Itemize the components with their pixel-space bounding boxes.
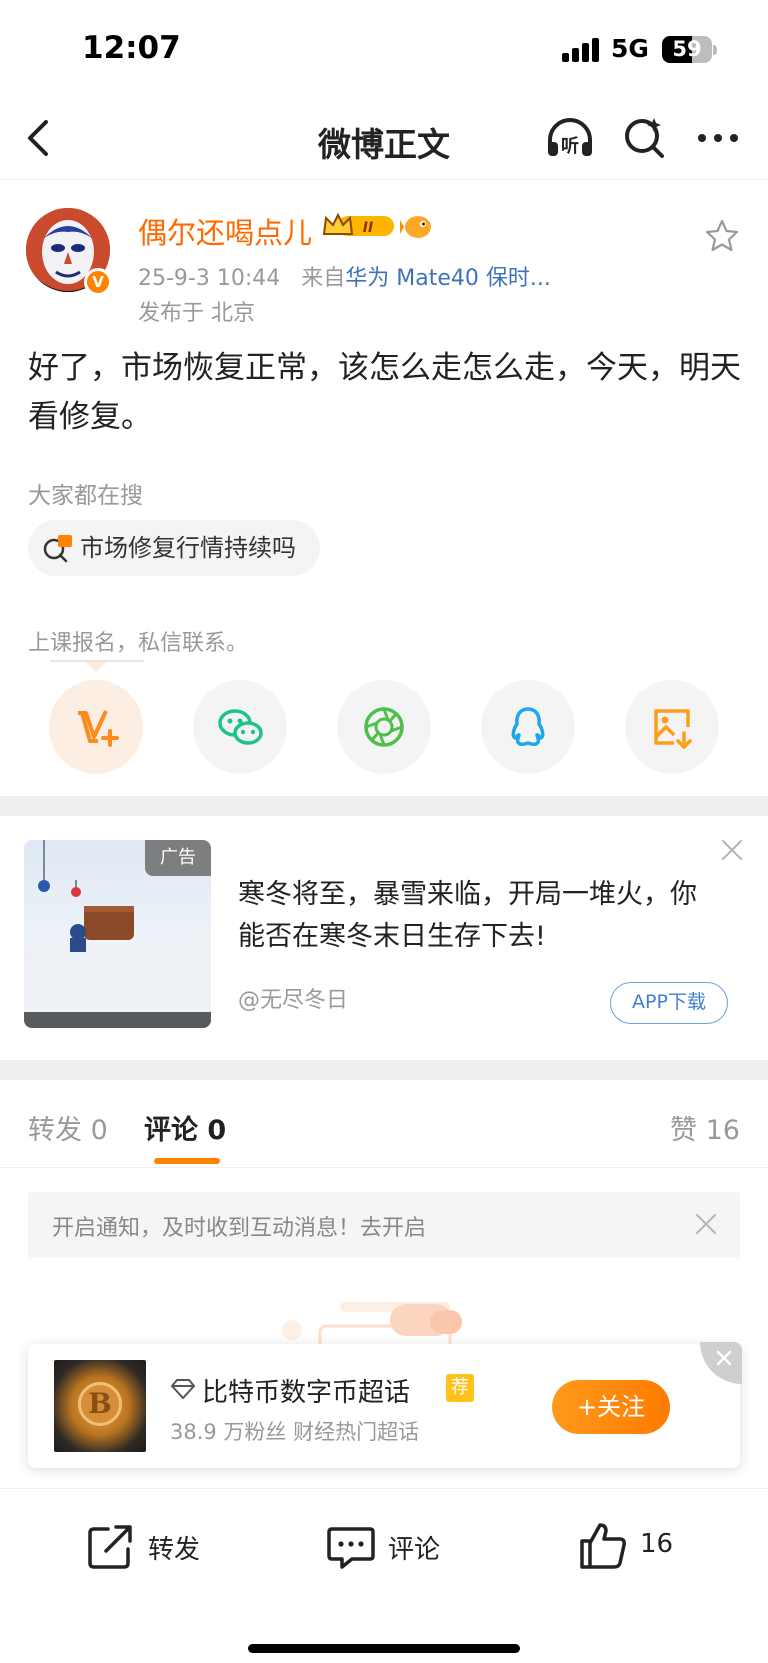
share-moments-button[interactable] <box>337 680 431 774</box>
tab-likes-label: 赞 <box>670 1115 697 1146</box>
topic-subtitle: 38.9 万粉丝 财经热门超话 <box>170 1420 420 1444</box>
tab-repost-count: 0 <box>90 1115 108 1146</box>
post-meta: 25-9-3 10:44 来自华为 Mate40 保时... <box>138 260 551 292</box>
share-qq-button[interactable] <box>481 680 575 774</box>
bitcoin-icon: B <box>78 1382 122 1426</box>
comment-icon <box>327 1527 375 1569</box>
hot-search-icon <box>43 535 72 563</box>
app-download-button[interactable]: APP下载 <box>610 982 728 1024</box>
listen-headphones-icon[interactable]: 听 <box>544 114 596 162</box>
tab-likes[interactable]: 赞 16 <box>670 1108 740 1147</box>
notification-banner[interactable]: 开启通知，及时收到互动消息！去开启 <box>28 1192 740 1258</box>
ad-thumbnail[interactable]: 广告 <box>24 840 211 1028</box>
ad-close-icon[interactable] <box>720 838 744 862</box>
moments-icon <box>364 707 404 747</box>
tab-repost-label: 转发 <box>28 1115 82 1146</box>
tab-repost[interactable]: 转发 0 <box>28 1108 108 1147</box>
notification-text[interactable]: 开启通知，及时收到互动消息！去开启 <box>52 1210 426 1242</box>
wechat-icon <box>218 709 263 745</box>
tab-comments[interactable]: 评论 0 <box>144 1108 226 1147</box>
repost-icon <box>88 1525 132 1569</box>
signal-icon <box>562 38 600 62</box>
hot-search-query: 市场修复行情持续吗 <box>80 534 296 562</box>
post-header: V 偶尔还喝点儿 II 25-9-3 10:44 来自华为 Mate40 保时.… <box>0 190 768 330</box>
topic-cover-image[interactable]: B <box>54 1360 146 1452</box>
ad-card[interactable]: 广告 寒冬将至，暴雪来临，开局一堆火，你能否在寒冬末日生存下去! @无尽冬日 A… <box>0 816 768 1060</box>
clock: 12:07 <box>82 30 181 66</box>
tooltip-arrow <box>86 662 106 672</box>
post-timestamp: 25-9-3 10:44 <box>138 266 281 291</box>
username[interactable]: 偶尔还喝点儿 <box>138 210 312 252</box>
nav-bar: 微博正文 听 <box>0 100 768 180</box>
post-source-link[interactable]: 华为 Mate40 保时... <box>345 266 551 291</box>
level-badge-text: II <box>363 220 373 236</box>
super-topic-diamond-icon <box>171 1379 195 1399</box>
bottom-action-bar: 转发 评论 16 <box>0 1488 768 1663</box>
source-prefix: 来自 <box>301 266 346 291</box>
hot-search-label: 大家都在搜 <box>28 483 143 509</box>
ad-source[interactable]: @无尽冬日 <box>238 982 348 1014</box>
save-image-button[interactable] <box>625 680 719 774</box>
member-crown-badge-icon[interactable]: II <box>322 212 396 240</box>
section-divider <box>0 796 768 816</box>
repost-button[interactable]: 转发 <box>86 1517 216 1573</box>
home-indicator[interactable] <box>248 1644 520 1653</box>
qq-penguin-icon <box>511 707 545 747</box>
card-close-button[interactable] <box>700 1342 742 1384</box>
close-icon <box>716 1350 732 1366</box>
fan-badge-icon[interactable] <box>400 210 434 242</box>
battery-tip <box>713 45 717 55</box>
tab-comments-count: 0 <box>207 1115 227 1146</box>
tab-likes-count: 16 <box>705 1115 740 1146</box>
network-type: 5G <box>611 34 649 63</box>
battery-icon: 59 <box>662 36 712 63</box>
super-topic-card[interactable]: B 比特币数字币超话 荐 38.9 万粉丝 财经热门超话 +关注 <box>28 1342 742 1468</box>
course-note: 上课报名，私信联系。 <box>28 631 249 656</box>
topic-name[interactable]: 比特币数字币超话 <box>202 1372 410 1409</box>
post-text: 好了，市场恢复正常，该怎么走怎么走，今天，明天看修复。 <box>28 350 741 435</box>
save-image-icon <box>654 709 692 749</box>
tab-comments-label: 评论 <box>144 1115 198 1146</box>
more-dots-icon[interactable] <box>694 114 742 162</box>
listen-label: 听 <box>561 135 579 157</box>
share-weibo-vplus-button[interactable] <box>49 680 143 774</box>
ad-tag: 广告 <box>145 840 211 876</box>
thumbs-up-icon <box>580 1523 626 1569</box>
share-row <box>0 680 768 776</box>
comment-button[interactable]: 评论 <box>326 1517 456 1573</box>
like-button[interactable]: 16 <box>578 1517 688 1573</box>
active-tab-indicator <box>154 1158 220 1164</box>
post-location: 发布于 北京 <box>138 301 255 326</box>
verified-badge-icon: V <box>84 268 112 296</box>
like-count: 16 <box>640 1529 674 1559</box>
hot-search-chip[interactable]: 市场修复行情持续吗 <box>28 520 320 576</box>
comment-label: 评论 <box>388 1535 441 1565</box>
follow-button[interactable]: +关注 <box>552 1380 670 1434</box>
battery-level: 59 <box>672 37 702 61</box>
section-divider <box>0 1060 768 1080</box>
interaction-tabs: 转发 0 评论 0 赞 16 <box>0 1082 768 1168</box>
search-icon[interactable] <box>620 114 668 162</box>
favorite-star-icon[interactable] <box>704 218 740 254</box>
repost-label: 转发 <box>148 1535 201 1565</box>
recommend-tag: 荐 <box>446 1374 474 1402</box>
vplus-icon <box>78 710 119 747</box>
notification-close-icon[interactable] <box>694 1212 718 1236</box>
ad-title[interactable]: 寒冬将至，暴雪来临，开局一堆火，你能否在寒冬末日生存下去! <box>238 874 718 958</box>
share-wechat-button[interactable] <box>193 680 287 774</box>
status-bar: 12:07 5G 59 <box>0 0 768 100</box>
